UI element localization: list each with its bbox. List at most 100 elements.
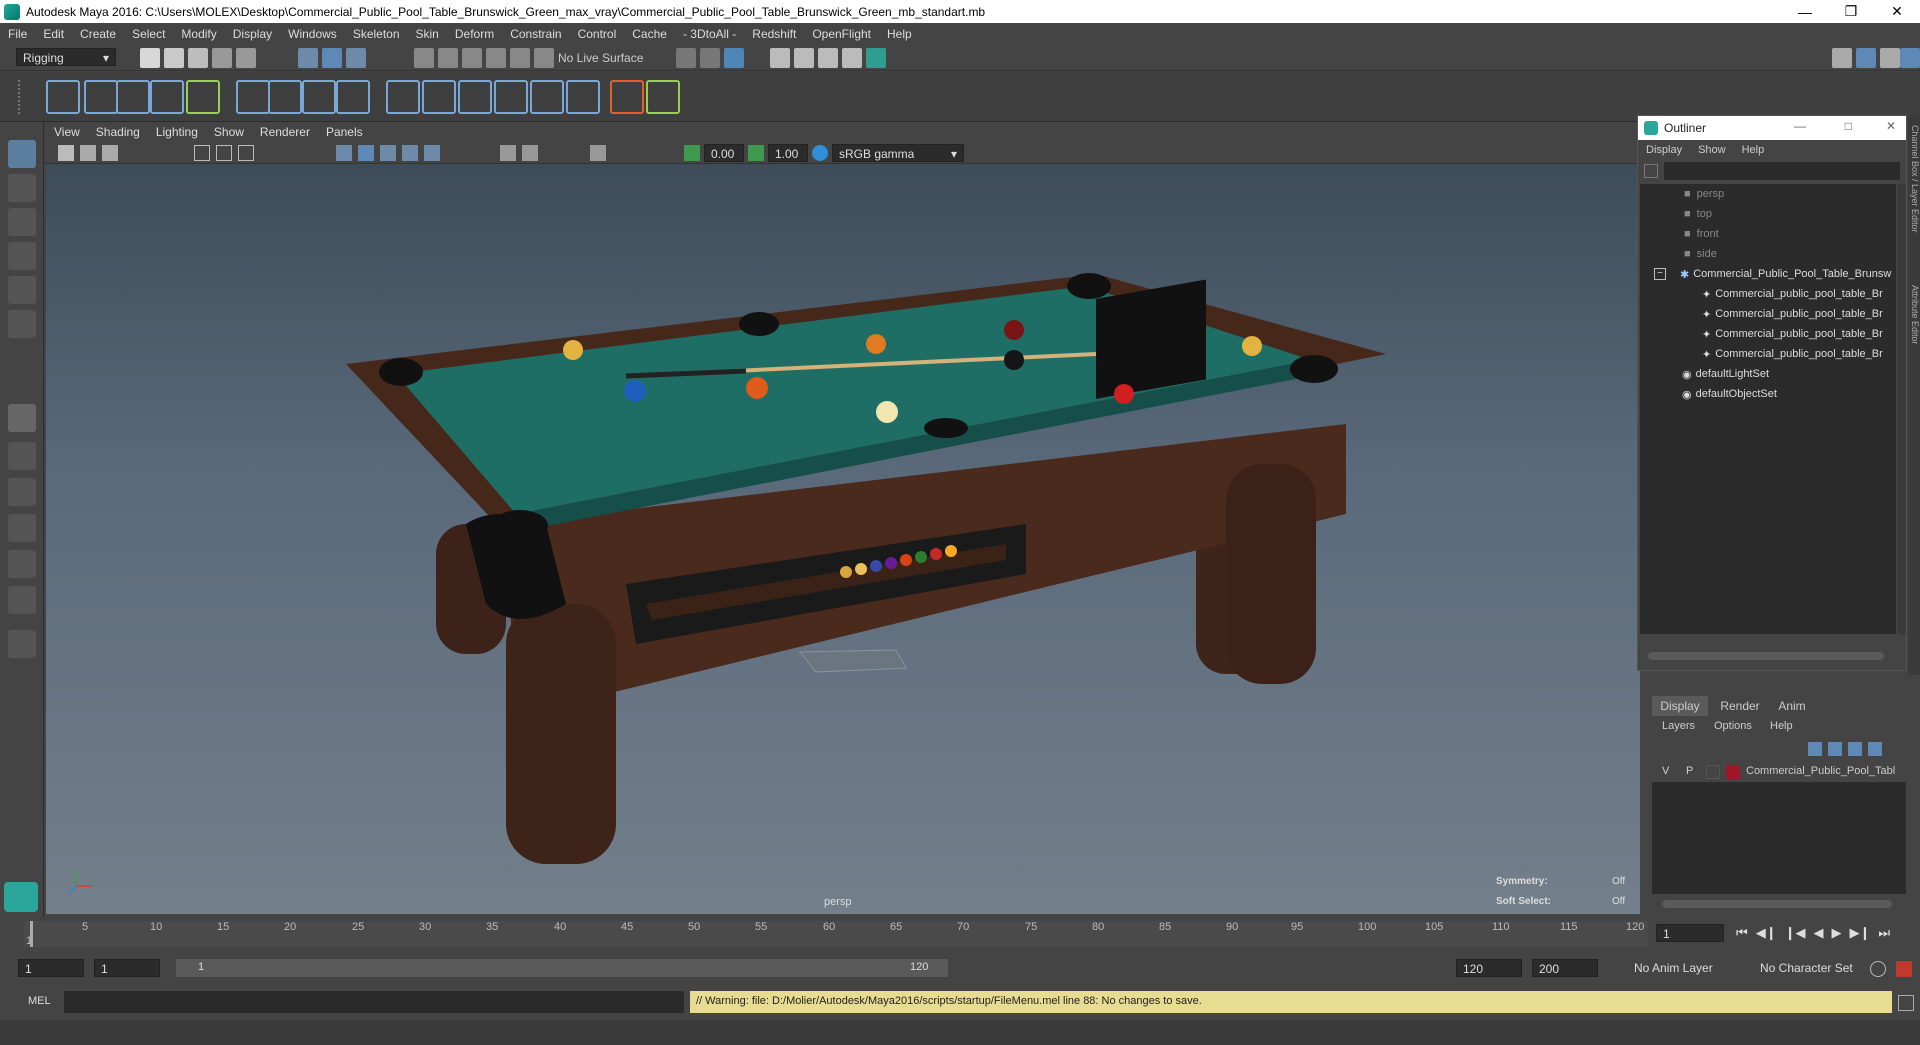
outliner-item-front[interactable]: ■ front bbox=[1640, 224, 1900, 244]
scale-tool-icon[interactable] bbox=[8, 310, 36, 338]
menu-windows[interactable]: Windows bbox=[288, 27, 337, 41]
playback-start-field[interactable]: 1 bbox=[94, 959, 160, 977]
outliner-menu-display[interactable]: Display bbox=[1646, 144, 1682, 156]
wrap-deformer-icon[interactable] bbox=[302, 80, 336, 114]
outliner-item-persp[interactable]: ■ persp bbox=[1640, 184, 1900, 204]
save-scene-icon[interactable] bbox=[188, 48, 208, 68]
snap-curve-icon[interactable] bbox=[438, 48, 458, 68]
layer-horizontal-scrollbar[interactable] bbox=[1662, 900, 1892, 908]
outliner-item-mesh[interactable]: ✦ Commercial_public_pool_table_Br bbox=[1640, 324, 1900, 344]
tab-render-layers[interactable]: Render bbox=[1712, 696, 1768, 716]
channel-box-toggle-icon[interactable] bbox=[1900, 48, 1920, 68]
outliner-vertical-scrollbar[interactable] bbox=[1898, 184, 1906, 634]
tab-display-layers[interactable]: Display bbox=[1652, 696, 1708, 716]
outliner-search-input[interactable] bbox=[1664, 162, 1900, 180]
tab-channel-box[interactable]: Channel Box / Layer Editor bbox=[1906, 125, 1920, 245]
tab-anim-layers[interactable]: Anim bbox=[1768, 696, 1816, 716]
go-to-start-icon[interactable]: ⏮ bbox=[1736, 925, 1748, 943]
new-layer-icon[interactable] bbox=[1848, 742, 1862, 756]
play-backward-icon[interactable]: ◀ bbox=[1813, 925, 1823, 943]
outliner-layout-icon[interactable] bbox=[8, 586, 36, 614]
perspective-viewport[interactable]: persp Symmetry: Off Soft Select: Off bbox=[46, 164, 1640, 914]
paint-select-icon[interactable] bbox=[8, 208, 36, 236]
image-plane-icon[interactable] bbox=[102, 145, 118, 161]
step-forward-frame-icon[interactable]: ▶❙ bbox=[1849, 925, 1870, 943]
outliner-item-group[interactable]: − ✱ Commercial_Public_Pool_Table_Brunsw bbox=[1640, 264, 1900, 284]
pole-vector-icon[interactable] bbox=[566, 80, 600, 114]
select-hierarchy-icon[interactable] bbox=[298, 48, 318, 68]
hypershade-layout-icon[interactable] bbox=[8, 550, 36, 578]
layer-type-toggle[interactable] bbox=[1706, 765, 1720, 779]
auto-key-icon[interactable] bbox=[1870, 961, 1886, 977]
layers-menu[interactable]: Layers bbox=[1662, 720, 1695, 732]
live-surface-label[interactable]: No Live Surface bbox=[558, 51, 643, 65]
wireframe-on-shaded-icon[interactable] bbox=[380, 145, 396, 161]
exposure-field[interactable]: 0.00 bbox=[704, 144, 744, 162]
menu-display[interactable]: Display bbox=[233, 27, 272, 41]
minimize-button[interactable]: — bbox=[1782, 0, 1828, 23]
menu-constrain[interactable]: Constrain bbox=[510, 27, 561, 41]
outliner-item-top[interactable]: ■ top bbox=[1640, 204, 1900, 224]
outliner-horizontal-scrollbar[interactable] bbox=[1648, 652, 1884, 660]
range-bar[interactable]: 1 120 bbox=[176, 959, 948, 977]
menu-set-dropdown[interactable]: Rigging ▾ bbox=[16, 48, 116, 66]
menu-deform[interactable]: Deform bbox=[455, 27, 494, 41]
outliner-item-mesh[interactable]: ✦ Commercial_public_pool_table_Br bbox=[1640, 344, 1900, 364]
command-input[interactable] bbox=[64, 991, 684, 1013]
help-menu[interactable]: Help bbox=[1770, 720, 1793, 732]
menu-control[interactable]: Control bbox=[578, 27, 617, 41]
color-management-icon[interactable] bbox=[812, 145, 828, 161]
panel-menu-show[interactable]: Show bbox=[214, 125, 244, 139]
smooth-shade-icon[interactable] bbox=[358, 145, 374, 161]
menu-openflight[interactable]: OpenFlight bbox=[812, 27, 871, 41]
bookmark-icon[interactable] bbox=[80, 145, 96, 161]
menu-skeleton[interactable]: Skeleton bbox=[353, 27, 400, 41]
aim-constraint-icon[interactable] bbox=[530, 80, 564, 114]
outliner-item-default-object-set[interactable]: ◉ defaultObjectSet bbox=[1640, 384, 1900, 404]
menu-edit[interactable]: Edit bbox=[43, 27, 64, 41]
outliner-menu-show[interactable]: Show bbox=[1698, 144, 1726, 156]
snap-point-icon[interactable] bbox=[462, 48, 482, 68]
redo-icon[interactable] bbox=[236, 48, 256, 68]
parent-constraint-icon[interactable] bbox=[494, 80, 528, 114]
snap-view-icon[interactable] bbox=[486, 48, 506, 68]
menu-help[interactable]: Help bbox=[887, 27, 912, 41]
preferences-icon[interactable] bbox=[1896, 961, 1912, 977]
panel-menu-renderer[interactable]: Renderer bbox=[260, 125, 310, 139]
snap-grid-icon[interactable] bbox=[414, 48, 434, 68]
panel-menu-lighting[interactable]: Lighting bbox=[156, 125, 198, 139]
locator-icon[interactable] bbox=[610, 80, 644, 114]
outliner-item-mesh[interactable]: ✦ Commercial_public_pool_table_Br bbox=[1640, 304, 1900, 324]
go-to-end-icon[interactable]: ⏭ bbox=[1878, 925, 1890, 943]
construction-history-icon[interactable] bbox=[724, 48, 744, 68]
outliner-item-side[interactable]: ■ side bbox=[1640, 244, 1900, 264]
persp-outliner-layout-icon[interactable] bbox=[8, 478, 36, 506]
scale-constraint-icon[interactable] bbox=[458, 80, 492, 114]
rotate-tool-icon[interactable] bbox=[8, 276, 36, 304]
step-back-key-icon[interactable]: ◀❙ bbox=[1756, 925, 1777, 943]
magnet-icon[interactable] bbox=[534, 48, 554, 68]
exposure-icon[interactable] bbox=[684, 145, 700, 161]
single-perspective-layout-icon[interactable] bbox=[8, 404, 36, 432]
ipr-render-icon[interactable] bbox=[818, 48, 838, 68]
film-gate-icon[interactable] bbox=[216, 145, 232, 161]
ik-handle-icon[interactable] bbox=[84, 80, 118, 114]
lattice-icon[interactable] bbox=[236, 80, 270, 114]
menu-3dtoall[interactable]: - 3DtoAll - bbox=[683, 27, 736, 41]
select-tool-icon[interactable] bbox=[8, 140, 36, 168]
script-editor-icon[interactable] bbox=[1898, 995, 1914, 1011]
resolution-gate-icon[interactable] bbox=[238, 145, 254, 161]
shelf-options-icon[interactable] bbox=[18, 80, 30, 114]
play-forward-icon[interactable]: ▶ bbox=[1831, 925, 1841, 943]
menu-cache[interactable]: Cache bbox=[632, 27, 667, 41]
start-time-field[interactable]: 1 bbox=[18, 959, 84, 977]
bind-skin-icon[interactable] bbox=[186, 80, 220, 114]
hypershade-icon[interactable] bbox=[842, 48, 862, 68]
persp-graph-layout-icon[interactable] bbox=[8, 514, 36, 542]
anim-layer-dropdown[interactable]: No Anim Layer bbox=[1628, 959, 1744, 977]
layer-playback-toggle[interactable]: P bbox=[1686, 765, 1693, 777]
menu-file[interactable]: File bbox=[8, 27, 27, 41]
menu-create[interactable]: Create bbox=[80, 27, 116, 41]
gamma-icon[interactable] bbox=[748, 145, 764, 161]
current-time-marker[interactable] bbox=[30, 921, 33, 947]
